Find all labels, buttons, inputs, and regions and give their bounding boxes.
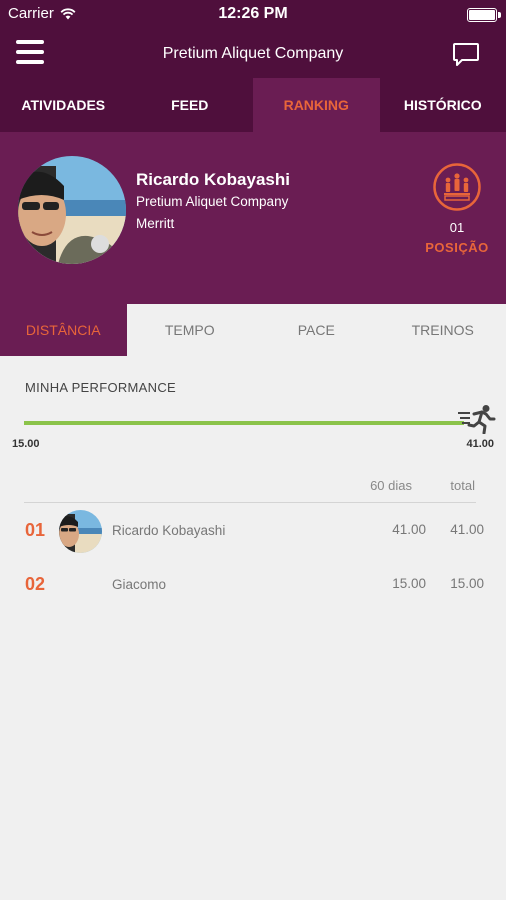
row-name: Ricardo Kobayashi — [112, 523, 226, 538]
tab-ranking[interactable]: RANKING — [253, 78, 380, 132]
rank-number: 01 — [25, 520, 46, 540]
tab-atividades[interactable]: ATIVIDADES — [0, 78, 127, 132]
position-number: 01 — [449, 220, 465, 235]
status-time: 12:26 PM — [218, 5, 288, 22]
performance-bar-fill — [24, 421, 464, 425]
app-title: Pretium Aliquet Company — [162, 45, 344, 62]
runner-icon — [458, 405, 496, 434]
column-period: 60 dias — [370, 478, 412, 493]
performance-max: 41.00 — [466, 438, 494, 450]
row-name: Giacomo — [112, 577, 167, 592]
metric-tabs: DISTÂNCIA TEMPO PACE TREINOS — [0, 304, 506, 356]
performance-min: 15.00 — [12, 438, 40, 450]
avatar — [59, 510, 102, 553]
profile-card: Ricardo Kobayashi Pretium Aliquet Compan… — [0, 132, 506, 304]
app-bar: Pretium Aliquet Company — [0, 30, 506, 78]
performance-label: MINHA PERFORMANCE — [25, 380, 177, 395]
profile-company: Pretium Aliquet Company — [136, 194, 289, 209]
status-bar: Carrier 12:26 PM — [0, 0, 506, 30]
profile-city: Merritt — [136, 216, 175, 231]
tab-feed[interactable]: FEED — [127, 78, 254, 132]
profile-name: Ricardo Kobayashi — [136, 170, 290, 189]
rank-number: 02 — [25, 574, 46, 594]
podium-icon — [433, 163, 481, 211]
ranking-row[interactable]: 01 Ricardo Kobayashi 41.00 41.00 — [0, 504, 506, 558]
battery-icon — [467, 8, 501, 22]
ranking-divider — [24, 502, 476, 503]
row-total-value: 15.00 — [450, 576, 484, 591]
tab-pace[interactable]: PACE — [253, 304, 380, 356]
performance-bar — [24, 421, 464, 425]
position-label: POSIÇÃO — [425, 240, 489, 255]
tab-treinos[interactable]: TREINOS — [380, 304, 506, 356]
row-total-value: 41.00 — [450, 522, 484, 537]
row-period-value: 41.00 — [392, 522, 426, 537]
main-tabs: ATIVIDADES FEED RANKING HISTÓRICO — [0, 78, 506, 132]
row-period-value: 15.00 — [392, 576, 426, 591]
profile-avatar — [18, 156, 126, 264]
chat-bubble-icon[interactable] — [452, 42, 480, 68]
app-header: Carrier 12:26 PM Pretium Aliquet Company… — [0, 0, 506, 132]
ranking-row[interactable]: 02 Giacomo 15.00 15.00 — [0, 558, 506, 612]
tab-tempo[interactable]: TEMPO — [127, 304, 254, 356]
tab-historico[interactable]: HISTÓRICO — [380, 78, 506, 132]
tab-distancia[interactable]: DISTÂNCIA — [0, 304, 127, 356]
column-total: total — [450, 478, 475, 493]
